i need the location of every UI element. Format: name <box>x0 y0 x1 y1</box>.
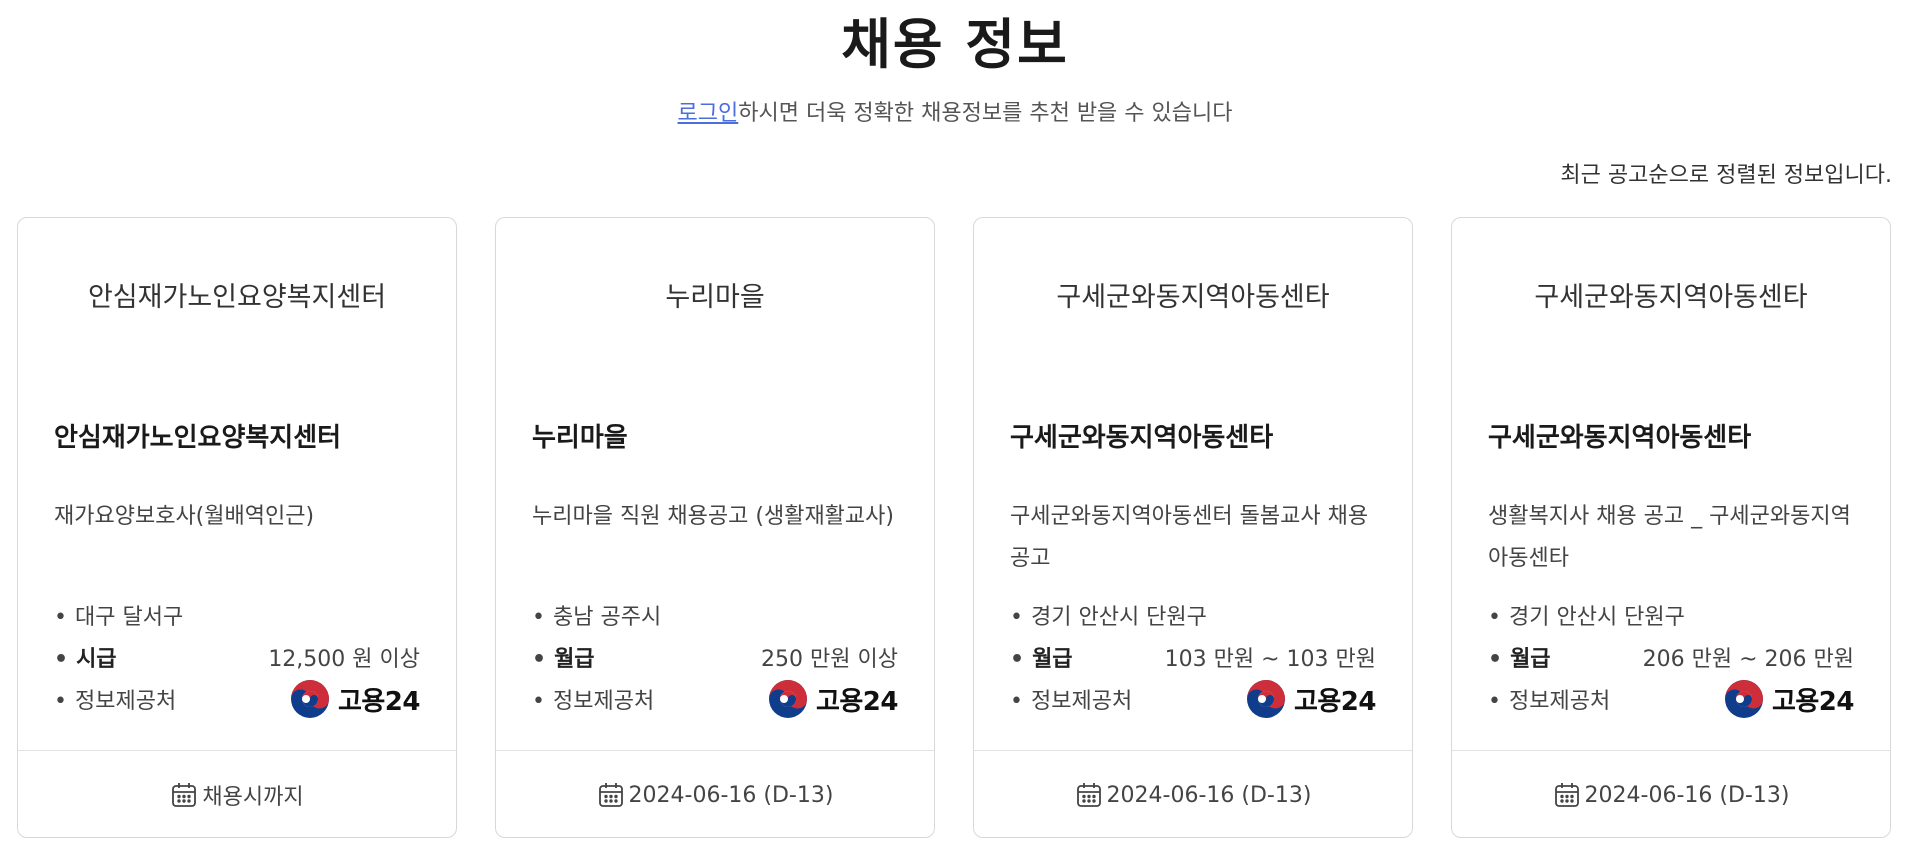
source-row: 정보제공처 고용24 <box>1010 678 1377 720</box>
pay-type: 월급 <box>1488 641 1550 673</box>
job-title[interactable]: 생활복지사 채용 공고 _ 구세군와동지역아동센타 <box>1488 496 1854 580</box>
pay-row: 월급 103 만원 ~ 103 만원 <box>1010 636 1376 678</box>
goyong24-logo: 고용24 <box>1724 679 1855 719</box>
login-prompt: 로그인하시면 더욱 정확한 채용정보를 추천 받을 수 있습니다 <box>0 98 1910 130</box>
goyong24-logo: 고용24 <box>768 679 899 719</box>
card-header-company: 구세군와동지역아동센타 <box>1534 282 1808 313</box>
job-title[interactable]: 재가요양보호사(월배역인근) <box>54 496 420 538</box>
source-row: 정보제공처 고용24 <box>532 678 899 720</box>
job-info-list: 경기 안산시 단원구 월급 103 만원 ~ 103 만원 정보제공처 <box>1010 594 1377 720</box>
logo-text: 고용24 <box>1293 686 1377 717</box>
pay-value: 206 만원 ~ 206 만원 <box>1642 647 1854 672</box>
card-footer: 채용시까지 <box>18 751 456 839</box>
login-prompt-text: 하시면 더욱 정확한 채용정보를 추천 받을 수 있습니다 <box>738 101 1233 126</box>
source-label: 정보제공처 <box>54 683 176 715</box>
card-header-company: 누리마을 <box>665 282 765 313</box>
pay-value: 103 만원 ~ 103 만원 <box>1164 647 1376 672</box>
pay-type: 월급 <box>1010 641 1072 673</box>
source-label: 정보제공처 <box>532 683 654 715</box>
job-card[interactable]: 구세군와동지역아동센타 구세군와동지역아동센타 구세군와동지역아동센터 돌봄교사… <box>973 217 1413 838</box>
company-name: 구세군와동지역아동센타 <box>1488 423 1752 453</box>
job-info-list: 경기 안산시 단원구 월급 206 만원 ~ 206 만원 정보제공처 <box>1488 594 1855 720</box>
page-title: 채용 정보 <box>841 13 1069 76</box>
goyong24-logo: 고용24 <box>1246 679 1377 719</box>
korea-taegeuk-icon <box>290 679 330 719</box>
job-info-list: 대구 달서구 시급 12,500 원 이상 정보제공처 <box>54 594 421 720</box>
login-link[interactable]: 로그인 <box>678 101 739 126</box>
page: 채용 정보 로그인하시면 더욱 정확한 채용정보를 추천 받을 수 있습니다 최… <box>0 0 1910 846</box>
korea-taegeuk-icon <box>1724 679 1764 719</box>
deadline: 2024-06-16 (D-13) <box>1106 782 1312 808</box>
card-footer: 2024-06-16 (D-13) <box>974 751 1412 839</box>
job-title[interactable]: 누리마을 직원 채용공고 (생활재활교사) <box>532 496 898 538</box>
pay-row: 월급 250 만원 이상 <box>532 636 898 678</box>
job-info-list: 충남 공주시 월급 250 만원 이상 정보제공처 <box>532 594 899 720</box>
logo-text: 고용24 <box>1771 686 1855 717</box>
pay-type: 월급 <box>532 641 594 673</box>
sort-note: 최근 공고순으로 정렬된 정보입니다. <box>1560 163 1892 188</box>
source-label: 정보제공처 <box>1010 683 1132 715</box>
card-footer: 2024-06-16 (D-13) <box>1452 751 1890 839</box>
calendar-icon <box>597 781 625 809</box>
pay-value: 250 만원 이상 <box>761 647 898 672</box>
job-card[interactable]: 안심재가노인요양복지센터 안심재가노인요양복지센터 재가요양보호사(월배역인근)… <box>17 217 457 838</box>
card-header-company: 구세군와동지역아동센타 <box>1056 282 1330 313</box>
source-row: 정보제공처 고용24 <box>1488 678 1855 720</box>
location-row: 대구 달서구 <box>54 594 420 636</box>
calendar-icon <box>1075 781 1103 809</box>
location-row: 충남 공주시 <box>532 594 898 636</box>
deadline: 2024-06-16 (D-13) <box>628 782 834 808</box>
location: 경기 안산시 단원구 <box>1488 599 1685 631</box>
goyong24-logo: 고용24 <box>290 679 421 719</box>
location-row: 경기 안산시 단원구 <box>1010 594 1376 636</box>
pay-value: 12,500 원 이상 <box>268 647 420 672</box>
logo-text: 고용24 <box>337 686 421 717</box>
company-name: 누리마을 <box>532 423 628 453</box>
source-row: 정보제공처 고용24 <box>54 678 421 720</box>
korea-taegeuk-icon <box>768 679 808 719</box>
korea-taegeuk-icon <box>1246 679 1286 719</box>
calendar-icon <box>1553 781 1581 809</box>
job-card[interactable]: 구세군와동지역아동센타 구세군와동지역아동센타 생활복지사 채용 공고 _ 구세… <box>1451 217 1891 838</box>
location: 경기 안산시 단원구 <box>1010 599 1207 631</box>
calendar-icon <box>170 781 198 809</box>
deadline: 2024-06-16 (D-13) <box>1584 782 1790 808</box>
location-row: 경기 안산시 단원구 <box>1488 594 1854 636</box>
job-title[interactable]: 구세군와동지역아동센터 돌봄교사 채용 공고 <box>1010 496 1376 580</box>
job-card-list: 안심재가노인요양복지센터 안심재가노인요양복지센터 재가요양보호사(월배역인근)… <box>17 217 1893 840</box>
card-header-company: 안심재가노인요양복지센터 <box>87 282 387 313</box>
pay-row: 월급 206 만원 ~ 206 만원 <box>1488 636 1854 678</box>
company-name: 구세군와동지역아동센타 <box>1010 423 1274 453</box>
location: 대구 달서구 <box>54 599 183 631</box>
job-card[interactable]: 누리마을 누리마을 누리마을 직원 채용공고 (생활재활교사) 충남 공주시 월… <box>495 217 935 838</box>
company-name: 안심재가노인요양복지센터 <box>54 423 342 453</box>
pay-type: 시급 <box>54 641 116 673</box>
logo-text: 고용24 <box>815 686 899 717</box>
source-label: 정보제공처 <box>1488 683 1610 715</box>
card-footer: 2024-06-16 (D-13) <box>496 751 934 839</box>
deadline: 채용시까지 <box>202 785 304 810</box>
location: 충남 공주시 <box>532 599 661 631</box>
pay-row: 시급 12,500 원 이상 <box>54 636 420 678</box>
